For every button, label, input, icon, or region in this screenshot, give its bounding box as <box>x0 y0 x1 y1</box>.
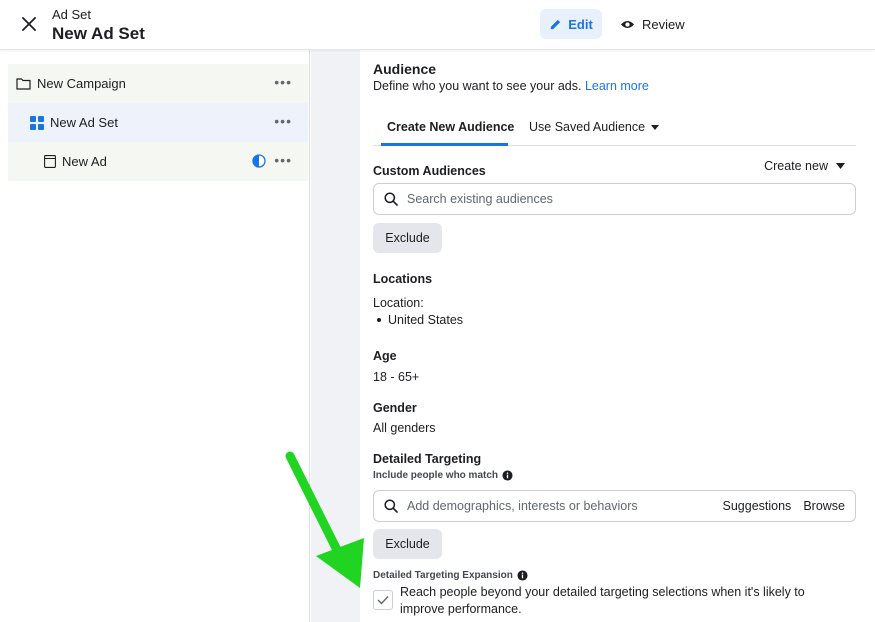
tab-create-new-audience[interactable]: Create New Audience <box>387 120 514 143</box>
page-title: New Ad Set <box>52 24 145 43</box>
section-title: Audience <box>373 61 437 77</box>
include-people-label: Include people who match <box>373 470 513 481</box>
custom-audiences-label: Custom Audiences <box>373 164 486 178</box>
tree-item-label: New Ad <box>62 154 107 169</box>
bullet <box>377 318 381 322</box>
review-button[interactable]: Review <box>614 9 691 39</box>
half-circle-status-icon <box>252 154 266 171</box>
more-options-icon[interactable]: ••• <box>274 75 292 89</box>
detailed-targeting-search-input[interactable]: Add demographics, interests or behaviors… <box>373 490 856 522</box>
info-icon[interactable] <box>502 470 513 481</box>
tree-item-label: New Campaign <box>37 76 126 91</box>
caret-down-icon <box>836 163 845 169</box>
age-value: 18 - 65+ <box>373 370 420 384</box>
locations-label: Locations <box>373 272 433 286</box>
tree-item-label: New Ad Set <box>50 115 118 130</box>
location-list: United States <box>373 313 463 327</box>
gender-value: All genders <box>373 421 436 435</box>
browse-link[interactable]: Browse <box>803 499 845 513</box>
more-options-icon[interactable]: ••• <box>274 114 292 128</box>
checkmark-icon <box>377 596 389 605</box>
annotation-arrow <box>285 451 364 588</box>
create-new-label: Create new <box>764 159 828 173</box>
gender-label: Gender <box>373 401 417 415</box>
breadcrumb: Ad Set <box>52 7 92 22</box>
exclude-button[interactable]: Exclude <box>373 223 442 253</box>
pencil-icon <box>551 19 561 29</box>
more-options-icon[interactable]: ••• <box>274 153 292 167</box>
close-icon[interactable] <box>18 13 40 35</box>
edit-button[interactable]: Edit <box>540 9 602 39</box>
edit-label: Edit <box>568 16 593 32</box>
suggestions-link[interactable]: Suggestions <box>723 499 792 513</box>
section-description: Define who you want to see your ads. Lea… <box>373 79 649 93</box>
include-people-text: Include people who match <box>373 470 499 481</box>
tree-item-ad[interactable]: New Ad ••• <box>8 142 308 181</box>
audience-panel: Audience Define who you want to see your… <box>360 50 875 622</box>
location-value: United States <box>388 313 464 327</box>
active-tab-indicator <box>381 143 508 146</box>
search-icon <box>384 192 398 206</box>
custom-audience-search-input[interactable]: Search existing audiences <box>373 183 856 215</box>
search-placeholder: Search existing audiences <box>407 192 553 206</box>
campaign-tree: New Campaign ••• New Ad Set ••• New Ad •… <box>0 50 310 622</box>
exclude-button[interactable]: Exclude <box>373 529 442 559</box>
review-label: Review <box>642 16 685 32</box>
info-icon[interactable] <box>517 570 528 581</box>
grid-icon <box>30 115 44 130</box>
expansion-label-text: Detailed Targeting Expansion <box>373 570 513 581</box>
tab-use-saved-audience[interactable]: Use Saved Audience <box>529 120 660 134</box>
list-item: United States <box>373 313 463 327</box>
location-label: Location: <box>373 296 424 310</box>
expansion-label: Detailed Targeting Expansion <box>373 570 528 581</box>
expansion-description: Reach people beyond your detailed target… <box>400 585 805 616</box>
learn-more-link[interactable]: Learn more <box>585 79 649 93</box>
description-text: Define who you want to see your ads. <box>373 79 582 93</box>
age-label: Age <box>373 349 397 363</box>
audience-tabs: Create New Audience Use Saved Audience <box>373 112 856 146</box>
tab-label: Use Saved Audience <box>529 120 646 134</box>
eye-icon <box>620 20 635 28</box>
expansion-checkbox[interactable] <box>373 590 393 610</box>
folder-icon <box>16 78 31 90</box>
tree-item-campaign[interactable]: New Campaign ••• <box>8 64 308 103</box>
create-new-dropdown[interactable]: Create new <box>764 159 845 173</box>
targeting-links: Suggestions Browse <box>723 499 846 513</box>
top-bar: Ad Set New Ad Set Edit Review <box>0 0 875 50</box>
caret-down-icon <box>651 124 660 130</box>
search-placeholder: Add demographics, interests or behaviors <box>407 499 638 513</box>
tree-item-adset[interactable]: New Ad Set ••• <box>8 103 308 142</box>
page-icon <box>44 155 56 168</box>
detailed-targeting-label: Detailed Targeting <box>373 452 482 466</box>
search-icon <box>384 499 398 513</box>
